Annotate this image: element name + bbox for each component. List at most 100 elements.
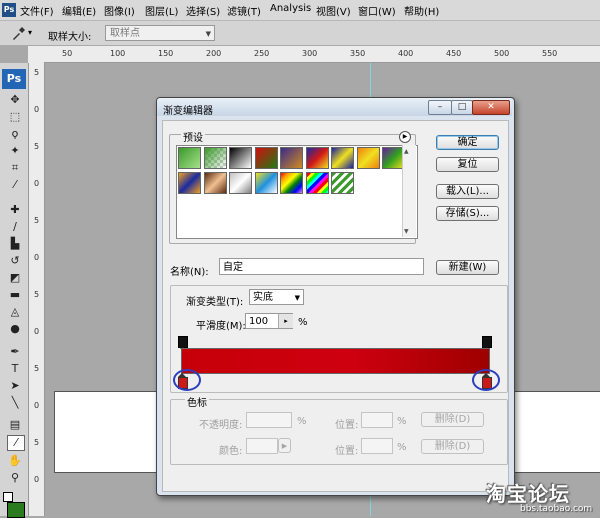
scroll-up-icon[interactable]: ▲ (404, 148, 409, 155)
photoshop-app-icon[interactable]: Ps (2, 3, 16, 17)
scroll-down-icon[interactable]: ▼ (404, 228, 409, 235)
color-location-input[interactable] (361, 438, 393, 454)
eyedropper-active-tool-icon[interactable]: ⁄ (7, 435, 25, 451)
menu-item[interactable]: 窗口(W) (358, 3, 396, 18)
pen-tool-icon[interactable]: ✒ (7, 345, 23, 359)
gradient-preset-swatch[interactable] (331, 172, 354, 194)
menu-item[interactable]: 文件(F) (20, 3, 54, 18)
reset-button[interactable]: 复位 (436, 157, 499, 172)
smoothness-label: 平滑度(M): (196, 321, 246, 332)
move-tool-icon[interactable]: ✥ (7, 93, 23, 107)
load-button[interactable]: 载入(L)... (436, 184, 499, 199)
color-stops-label: 色标 (185, 394, 209, 409)
menu-item[interactable]: Analysis (270, 3, 311, 14)
gradient-preview-bar[interactable] (181, 348, 490, 374)
menu-item[interactable]: 图像(I) (104, 3, 135, 18)
smoothness-stepper-icon[interactable]: ▸ (278, 314, 293, 328)
ruler-tick-label: 500 (494, 49, 510, 58)
ruler-tick-label: 200 (206, 49, 222, 58)
ruler-tick-label: 5 (34, 142, 40, 151)
gradient-preset-swatch[interactable] (229, 147, 252, 169)
presets-menu-icon[interactable]: ▶ (399, 131, 411, 143)
gradient-preset-swatch[interactable] (280, 172, 303, 194)
gradient-preset-swatch[interactable] (178, 147, 201, 169)
brush-tool-icon[interactable]: ∕ (7, 220, 23, 234)
ruler-tick-label: 0 (34, 179, 40, 188)
gradient-type-select[interactable]: 实底 ▼ (249, 289, 304, 305)
notes-tool-icon[interactable]: ▤ (7, 418, 23, 432)
ruler-tick-label: 5 (34, 216, 40, 225)
save-button[interactable]: 存储(S)... (436, 206, 499, 221)
line-tool-icon[interactable]: ╲ (7, 396, 23, 410)
color-menu-icon[interactable]: ▶ (278, 438, 291, 453)
eraser-tool-icon[interactable]: ◩ (7, 271, 23, 285)
ok-button[interactable]: 确定 (436, 135, 499, 150)
gradient-preset-swatch[interactable] (305, 172, 329, 194)
left-ruler[interactable] (28, 62, 45, 516)
healing-brush-tool-icon[interactable]: ✚ (7, 203, 23, 217)
eyedropper-icon[interactable] (10, 26, 26, 42)
opacity-input[interactable] (246, 412, 292, 428)
menu-item[interactable]: 视图(V) (316, 3, 351, 18)
gradient-preset-swatch[interactable] (203, 172, 227, 194)
type-tool-icon[interactable]: T (7, 362, 23, 376)
gradient-preset-swatch[interactable] (305, 147, 329, 169)
history-brush-tool-icon[interactable]: ↺ (7, 254, 23, 268)
gradient-preset-swatch[interactable] (229, 172, 252, 194)
sample-size-select[interactable]: 取样点 ▼ (105, 25, 215, 41)
gradient-preset-swatch[interactable] (178, 172, 201, 194)
menu-item[interactable]: 选择(S) (186, 3, 220, 18)
opacity-location-percent: % (397, 416, 407, 427)
gradient-type-value: 实底 (253, 292, 273, 303)
opacity-location-label: 位置: (335, 420, 359, 431)
close-icon[interactable]: ✕ (472, 100, 510, 115)
highlight-circle-right (472, 369, 500, 391)
hand-tool-icon[interactable]: ✋ (7, 454, 23, 468)
menu-item[interactable]: 编辑(E) (62, 3, 96, 18)
maximize-icon[interactable]: □ (451, 100, 473, 115)
ps-logo[interactable]: Ps (2, 69, 26, 89)
minimize-icon[interactable]: – (428, 100, 452, 115)
watermark-url: bbs.taobao.com (520, 504, 593, 514)
path-selection-tool-icon[interactable]: ➤ (7, 379, 23, 393)
menu-item[interactable]: 帮助(H) (404, 3, 439, 18)
ruler-tick-label: 0 (34, 401, 40, 410)
ruler-tick-label: 400 (398, 49, 414, 58)
ruler-tick-label: 150 (158, 49, 174, 58)
opacity-location-input[interactable] (361, 412, 393, 428)
magic-wand-tool-icon[interactable]: ✦ (7, 144, 23, 158)
ruler-tick-label: 100 (110, 49, 126, 58)
sample-size-value: 取样点 (110, 28, 140, 39)
eyedropper-tool-icon[interactable]: ⁄ (7, 178, 23, 192)
gradient-preset-swatch[interactable] (254, 172, 278, 194)
ruler-tick-label: 5 (34, 438, 40, 447)
marquee-tool-icon[interactable]: ⬚ (7, 110, 23, 124)
crop-tool-icon[interactable]: ⌗ (7, 161, 23, 175)
delete-color-stop-button[interactable]: 删除(D) (421, 439, 484, 454)
dialog-title: 渐变编辑器 (163, 106, 213, 117)
new-button[interactable]: 新建(W) (436, 260, 499, 275)
gradient-preset-swatch[interactable] (356, 147, 380, 169)
delete-opacity-stop-button[interactable]: 删除(D) (421, 412, 484, 427)
gradient-tool-icon[interactable]: ▬ (7, 288, 23, 302)
ruler-tick-label: 50 (62, 49, 73, 58)
menu-item[interactable]: 图层(L) (145, 3, 178, 18)
ruler-tick-label: 0 (34, 327, 40, 336)
blur-tool-icon[interactable]: ◬ (7, 305, 23, 319)
color-swatch[interactable] (246, 438, 278, 454)
ruler-tick-label: 5 (34, 364, 40, 373)
name-input[interactable]: 自定 (219, 258, 424, 275)
tool-preset-dropdown[interactable]: ▾ (28, 28, 32, 37)
dodge-tool-icon[interactable]: ● (7, 322, 23, 336)
smoothness-percent: % (298, 317, 308, 328)
gradient-preset-swatch[interactable] (331, 147, 354, 169)
gradient-preset-swatch[interactable] (280, 147, 303, 169)
zoom-tool-icon[interactable]: ⚲ (7, 471, 23, 485)
default-colors-icon[interactable] (3, 492, 13, 502)
clone-stamp-tool-icon[interactable]: ▙ (7, 237, 23, 251)
gradient-preset-swatch[interactable] (254, 147, 278, 169)
gradient-preset-swatch[interactable] (203, 147, 227, 169)
presets-scrollbar[interactable] (402, 145, 416, 237)
lasso-tool-icon[interactable]: ϙ (7, 127, 23, 141)
menu-item[interactable]: 滤镜(T) (227, 3, 261, 18)
